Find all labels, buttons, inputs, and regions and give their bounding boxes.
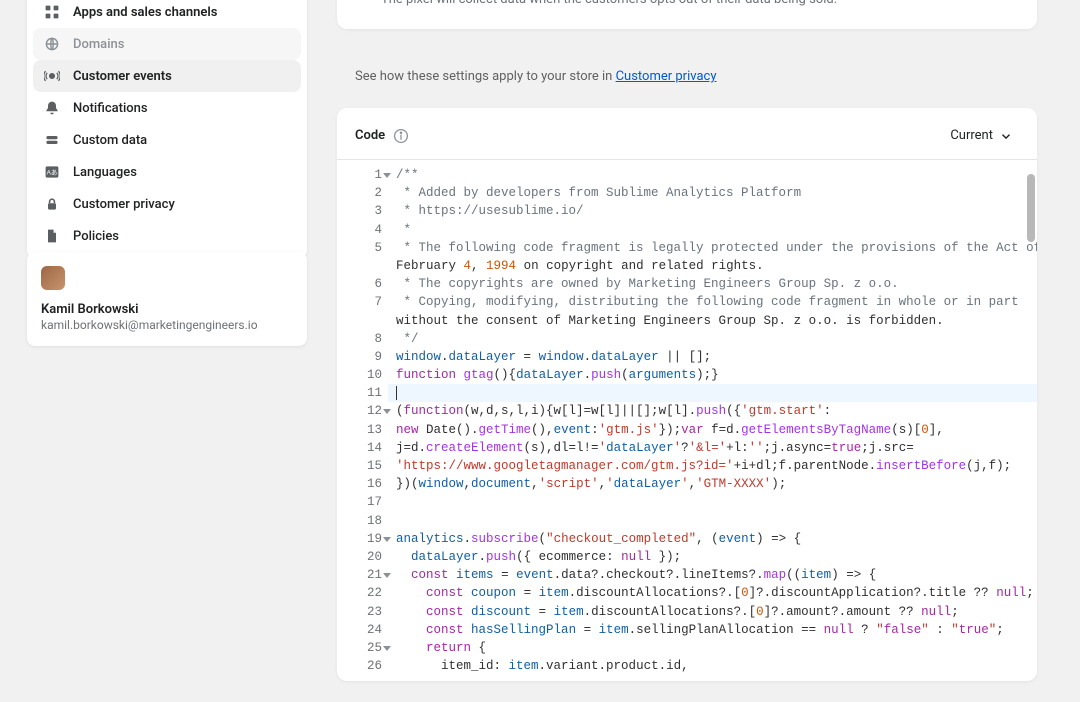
sidebar-item-domains: Domains	[33, 28, 301, 60]
code-title: Code	[355, 128, 385, 143]
code-editor[interactable]: 12345 67 891011 12131415161718 192021222…	[337, 159, 1037, 681]
settings-note-text: See how these settings apply to your sto…	[355, 69, 616, 84]
lock-icon	[43, 195, 61, 213]
sidebar-item-label: Languages	[73, 165, 137, 180]
code-lines[interactable]: /** * Added by developers from Sublime A…	[388, 160, 1037, 681]
sidebar-item-label: Notifications	[73, 101, 148, 116]
sidebar-item-label: Custom data	[73, 133, 147, 148]
gutter: 12345 67 891011 12131415161718 192021222…	[337, 160, 388, 681]
info-icon[interactable]	[393, 128, 409, 144]
user-email: kamil.borkowski@marketingengineers.io	[41, 318, 293, 332]
sidebar-item-apps[interactable]: Apps and sales channels	[33, 0, 301, 28]
sidebar-item-custom-data[interactable]: Custom data	[33, 124, 301, 156]
sidebar-item-languages[interactable]: Aあ Languages	[33, 156, 301, 188]
sidebar-item-label: Customer privacy	[73, 197, 175, 212]
user-card[interactable]: Kamil Borkowski kamil.borkowski@marketin…	[27, 252, 307, 346]
events-icon	[43, 67, 61, 85]
code-version-dropdown[interactable]: Current	[944, 124, 1019, 147]
globe-icon	[43, 35, 61, 53]
settings-note: See how these settings apply to your sto…	[337, 45, 1037, 108]
policies-icon	[43, 227, 61, 245]
sidebar-item-privacy[interactable]: Customer privacy	[33, 188, 301, 220]
user-name: Kamil Borkowski	[41, 302, 293, 317]
sidebar-item-notifications[interactable]: Notifications	[33, 92, 301, 124]
chevron-down-icon	[999, 129, 1013, 143]
sidebar-item-label: Apps and sales channels	[73, 5, 217, 20]
scrollbar[interactable]	[1027, 174, 1035, 242]
sidebar-item-label: Policies	[73, 229, 119, 244]
code-header: Code Current	[337, 108, 1037, 159]
data-icon	[43, 131, 61, 149]
pixel-info-card: The pixel will collect data when the cus…	[337, 0, 1037, 29]
apps-icon	[43, 3, 61, 21]
code-card: Code Current 12345 67 891011 12131415161…	[337, 108, 1037, 681]
main: The pixel will collect data when the cus…	[337, 0, 1037, 681]
pixel-info-text: The pixel will collect data when the cus…	[381, 0, 993, 7]
settings-sidebar: Apps and sales channels Domains Customer…	[27, 0, 307, 258]
customer-privacy-link[interactable]: Customer privacy	[616, 69, 717, 84]
sidebar-item-label: Domains	[73, 37, 124, 52]
avatar	[41, 266, 65, 290]
dropdown-value: Current	[950, 128, 993, 143]
sidebar-item-policies[interactable]: Policies	[33, 220, 301, 252]
lang-icon: Aあ	[43, 163, 61, 181]
bell-icon	[43, 99, 61, 117]
sidebar-item-label: Customer events	[73, 69, 172, 84]
sidebar-item-customer-events[interactable]: Customer events	[33, 60, 301, 92]
svg-text:Aあ: Aあ	[47, 168, 58, 176]
